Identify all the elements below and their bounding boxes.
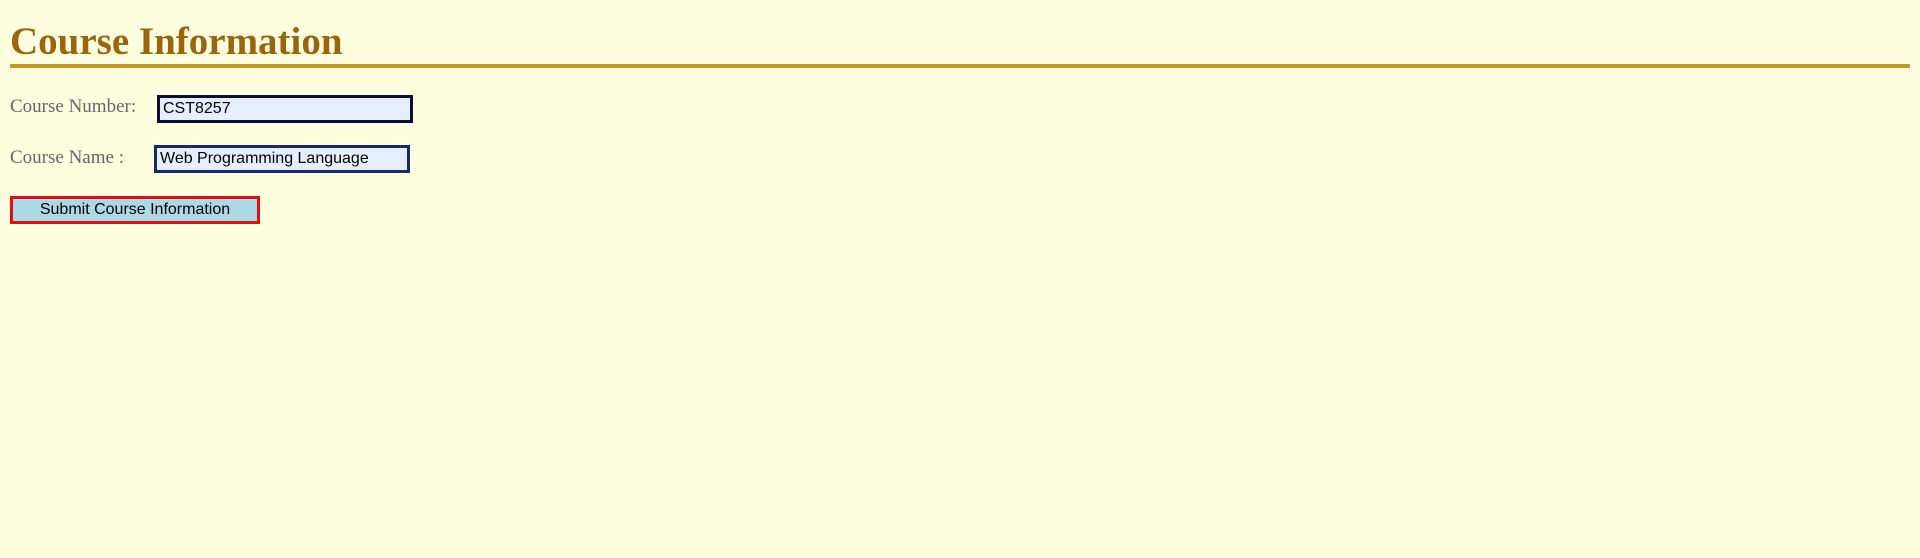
course-number-label: Course Number: xyxy=(10,96,137,117)
title-divider xyxy=(10,64,1910,68)
submit-course-information-button[interactable]: Submit Course Information xyxy=(10,196,260,224)
page-title: Course Information xyxy=(10,20,343,63)
course-name-label: Course Name : xyxy=(10,147,124,168)
course-number-input[interactable] xyxy=(157,95,413,123)
course-name-input[interactable] xyxy=(154,145,410,173)
